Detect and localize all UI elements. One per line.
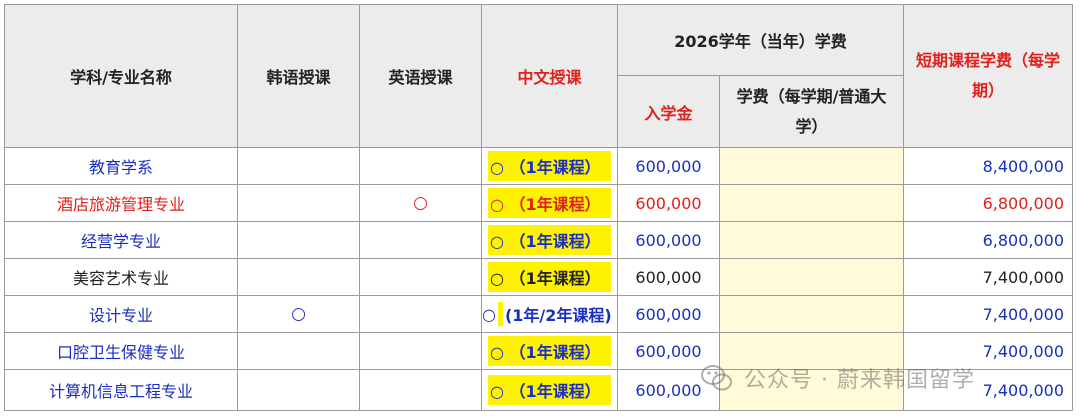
major-name: 经营学专业 [4,221,238,259]
header-english: 英语授课 [359,4,482,148]
chinese-course-cell: ○ （1年课程） [481,332,618,370]
chinese-course: （1年课程） [509,343,601,362]
table-row: 教育学系 ○ （1年课程） 600,000 8,400,000 [4,147,1074,185]
chinese-course-cell: ○ (1年/2年课程) [481,295,618,333]
chinese-course-cell: ○ （1年课程） [481,369,618,411]
chinese-mark: ○ [490,158,504,177]
header-tuition: 学费（每学期/普通大学） [718,75,905,148]
header-major: 学科/专业名称 [4,4,238,148]
chinese-mark: ○ [482,304,496,324]
chinese-course: （1年课程） [509,195,601,214]
short-term-fee: 6,800,000 [903,221,1074,259]
major-name: 教育学系 [4,147,238,185]
table-body: 教育学系 ○ （1年课程） 600,000 8,400,000 酒店旅游管理专业 ○ ○ （… [4,147,1074,411]
admission-fee: 600,000 [617,184,720,222]
major-name: 设计专业 [4,295,238,333]
tuition-fee [718,184,905,222]
admission-fee: 600,000 [617,332,720,370]
table-row: 经营学专业 ○ （1年课程） 600,000 6,800,000 [4,221,1074,259]
header-admission: 入学金 [617,75,720,148]
english-mark [359,332,482,370]
admission-fee: 600,000 [617,369,720,411]
korean-mark [237,147,360,185]
chinese-mark: ○ [490,195,504,214]
table-row: 口腔卫生保健专业 ○ （1年课程） 600,000 7,400,000 [4,332,1074,370]
chinese-course-cell: ○ （1年课程） [481,258,618,296]
admission-fee: 600,000 [617,295,720,333]
major-name: 美容艺术专业 [4,258,238,296]
table-row: 美容艺术专业 ○ （1年课程） 600,000 7,400,000 [4,258,1074,296]
short-term-fee: 6,800,000 [903,184,1074,222]
english-mark [359,295,482,333]
table-row: 设计专业 ○ ○ (1年/2年课程) 600,000 7,400,000 [4,295,1074,333]
short-term-fee: 7,400,000 [903,295,1074,333]
tuition-fee [718,147,905,185]
korean-mark [237,221,360,259]
short-term-fee: 7,400,000 [903,369,1074,411]
korean-mark [237,369,360,411]
chinese-course: (1年/2年课程) [504,306,612,325]
major-name: 酒店旅游管理专业 [4,184,238,222]
short-term-fee: 7,400,000 [903,258,1074,296]
short-term-fee: 7,400,000 [903,332,1074,370]
header-korean: 韩语授课 [237,4,360,148]
tuition-fee [718,332,905,370]
short-term-fee: 8,400,000 [903,147,1074,185]
major-name: 计算机信息工程专业 [4,369,238,411]
table-row: 酒店旅游管理专业 ○ ○ （1年课程） 600,000 6,800,000 [4,184,1074,222]
tuition-fee [718,258,905,296]
tuition-fee [718,295,905,333]
header-chinese: 中文授课 [481,4,618,148]
chinese-mark: ○ [490,343,504,362]
header-short-term: 短期课程学费（每学期） [903,4,1074,148]
chinese-course-cell: ○ （1年课程） [481,184,618,222]
chinese-mark: ○ [490,382,504,401]
chinese-mark: ○ [490,269,504,288]
korean-mark: ○ [237,295,360,333]
chinese-course-cell: ○ （1年课程） [481,221,618,259]
tuition-table: 学科/专业名称 韩语授课 英语授课 中文授课 2026学年（当年）学费 短期课程… [4,4,1074,411]
chinese-mark: ○ [490,232,504,251]
highlight-bar [497,302,503,326]
korean-mark [237,258,360,296]
chinese-course: （1年课程） [509,232,601,251]
chinese-course: （1年课程） [509,269,601,288]
admission-fee: 600,000 [617,147,720,185]
chinese-course: （1年课程） [509,158,601,177]
header-fees-group: 2026学年（当年）学费 [616,4,905,76]
english-mark [359,258,482,296]
tuition-fee [718,369,905,411]
major-name: 口腔卫生保健专业 [4,332,238,370]
korean-mark [237,332,360,370]
english-mark [359,221,482,259]
korean-mark [237,184,360,222]
tuition-fee [718,221,905,259]
chinese-course-cell: ○ （1年课程） [481,147,618,185]
table-row: 计算机信息工程专业 ○ （1年课程） 600,000 7,400,000 [4,369,1074,411]
admission-fee: 600,000 [617,258,720,296]
english-mark [359,369,482,411]
admission-fee: 600,000 [617,221,720,259]
english-mark: ○ [359,184,482,222]
english-mark [359,147,482,185]
chinese-course: （1年课程） [509,382,601,401]
